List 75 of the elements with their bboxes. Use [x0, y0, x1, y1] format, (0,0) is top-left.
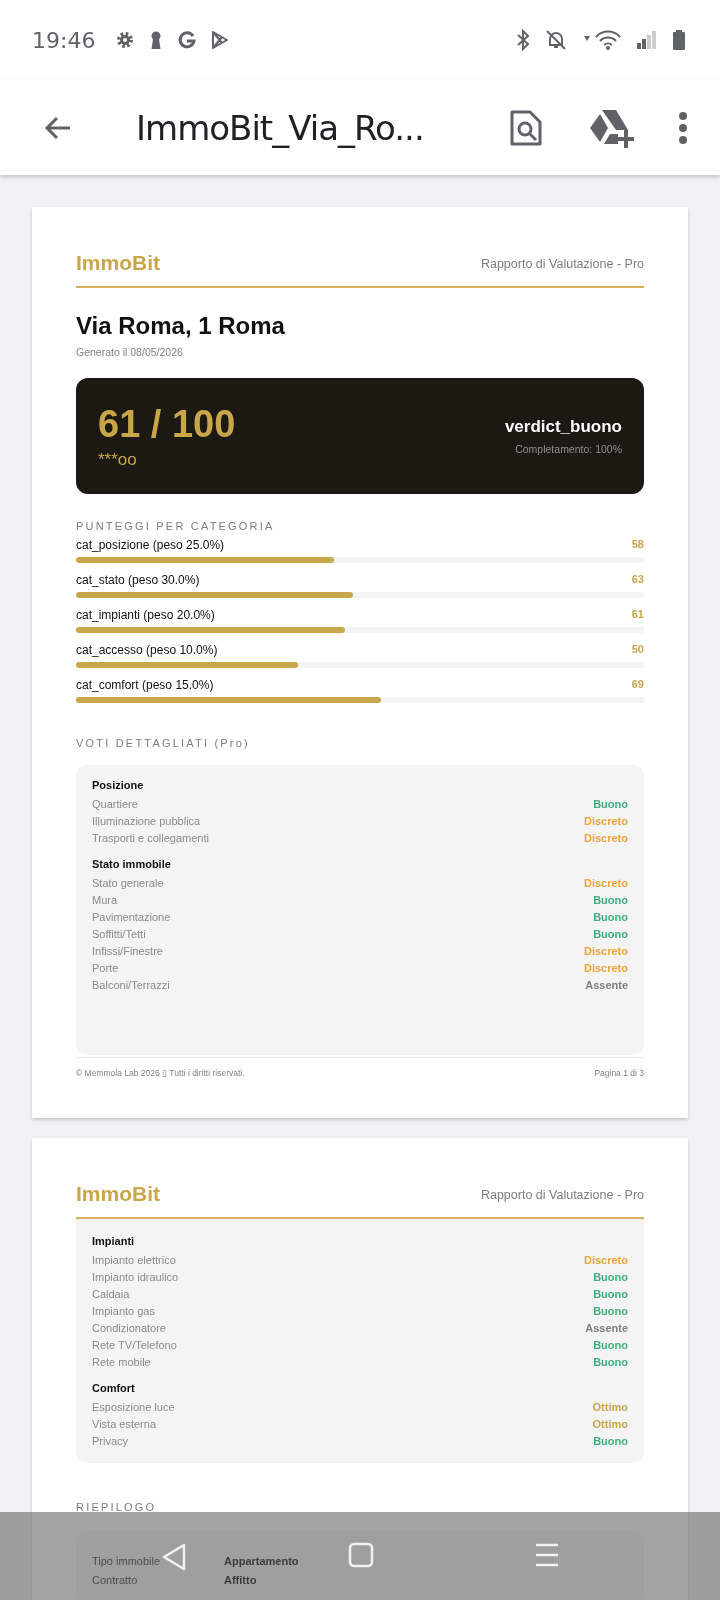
section-title: VOTI DETTAGLIATI (Pro): [76, 737, 251, 749]
grade-label: Pavimentazione: [92, 910, 171, 923]
grade-label: Vista esterna: [92, 1417, 156, 1430]
summary-label: Contratto: [92, 1573, 139, 1586]
grade-value: Buono: [593, 1355, 628, 1368]
report-type: Rapporto di Valutazione - Pro: [480, 257, 644, 273]
category-score: 50: [631, 643, 644, 657]
category-label: cat_posizione (peso 25.0%): [76, 538, 225, 552]
grade-value: Buono: [593, 893, 628, 906]
group-title: Comfort: [92, 1382, 136, 1394]
section-title: PUNTEGGI PER CATEGORIA: [76, 520, 276, 532]
grade-label: Privacy: [92, 1434, 129, 1447]
grade-value: Assente: [585, 1321, 628, 1334]
grade-label: Stato generale: [92, 876, 164, 889]
grade-label: Infissi/Finestre: [92, 944, 163, 957]
group-title: Impianti: [92, 1235, 136, 1247]
score-value: 61 / 100: [98, 402, 236, 446]
grade-value: Buono: [593, 910, 628, 923]
grade-value: Buono: [593, 797, 628, 810]
summary-value: Appartamento: [224, 1554, 299, 1567]
category-score: 63: [631, 573, 644, 587]
property-address: Via Roma, 1 Roma: [76, 312, 286, 340]
category-label: cat_stato (peso 30.0%): [76, 573, 200, 587]
grade-label: Quartiere: [92, 797, 138, 810]
document-title: ImmoBit_Via_Ro...: [136, 107, 425, 148]
grade-value: Discreto: [583, 831, 628, 844]
brand-name: ImmoBit: [76, 1182, 160, 1206]
grade-value: Discreto: [583, 961, 628, 974]
grade-label: Mura: [92, 893, 118, 906]
summary-label: Tipo immobile: [92, 1554, 162, 1567]
grade-label: Impianto idraulico: [92, 1270, 179, 1283]
grade-value: Buono: [593, 1287, 628, 1300]
grade-value: Assente: [585, 978, 628, 991]
grade-label: Esposizione luce: [92, 1400, 175, 1413]
report-type: Rapporto di Valutazione - Pro: [480, 1188, 644, 1204]
grade-label: Rete mobile: [92, 1355, 151, 1368]
grade-value: Buono: [593, 1338, 628, 1351]
page-number: Pagina 1 di 3: [594, 1068, 644, 1078]
grade-label: Porte: [92, 961, 119, 974]
grade-value: Buono: [593, 927, 628, 940]
grade-value: Ottimo: [592, 1417, 628, 1430]
category-score: 58: [631, 538, 644, 552]
completion-text: Completamento: 100%: [515, 443, 622, 455]
grade-label: Rete TV/Telefono: [92, 1338, 177, 1351]
grade-value: Ottimo: [592, 1400, 628, 1413]
group-title: Posizione: [92, 779, 145, 791]
grade-value: Buono: [593, 1304, 628, 1317]
grade-value: Buono: [593, 1270, 628, 1283]
copyright-text: © Memmola Lab 2026 ▯ Tutti i diritti riservati.: [76, 1068, 245, 1078]
category-label: cat_impianti (peso 20.0%): [76, 608, 215, 622]
grade-label: Balconi/Terrazzi: [92, 978, 170, 991]
stars-text: ***oo: [98, 449, 138, 470]
category-score: 69: [631, 678, 644, 692]
generated-date: Generato il 08/05/2026: [76, 346, 184, 358]
grade-label: Condizionatore: [92, 1321, 166, 1334]
grade-label: Impianto elettrico: [92, 1253, 176, 1266]
grade-label: Illuminazione pubblica: [92, 814, 201, 827]
grade-value: Discreto: [583, 944, 628, 957]
grade-label: Impianto gas: [92, 1304, 155, 1317]
grade-value: Discreto: [583, 876, 628, 889]
section-title: RIEPILOGO: [76, 1501, 158, 1513]
group-title: Stato immobile: [92, 858, 172, 870]
grade-value: Discreto: [583, 1253, 628, 1266]
brand-name: ImmoBit: [76, 251, 160, 275]
grade-value: Discreto: [583, 814, 628, 827]
summary-value: Affitto: [224, 1573, 257, 1586]
category-score: 61: [631, 608, 644, 622]
verdict: verdict_buono: [504, 417, 622, 437]
status-time: 19:46: [32, 27, 96, 53]
grade-label: Caldaia: [92, 1287, 130, 1300]
category-label: cat_accesso (peso 10.0%): [76, 643, 218, 657]
grade-label: Trasporti e collegamenti: [92, 831, 209, 844]
category-label: cat_comfort (peso 15.0%): [76, 678, 214, 692]
grade-label: Soffitti/Tetti: [92, 927, 146, 940]
grade-value: Buono: [593, 1434, 628, 1447]
